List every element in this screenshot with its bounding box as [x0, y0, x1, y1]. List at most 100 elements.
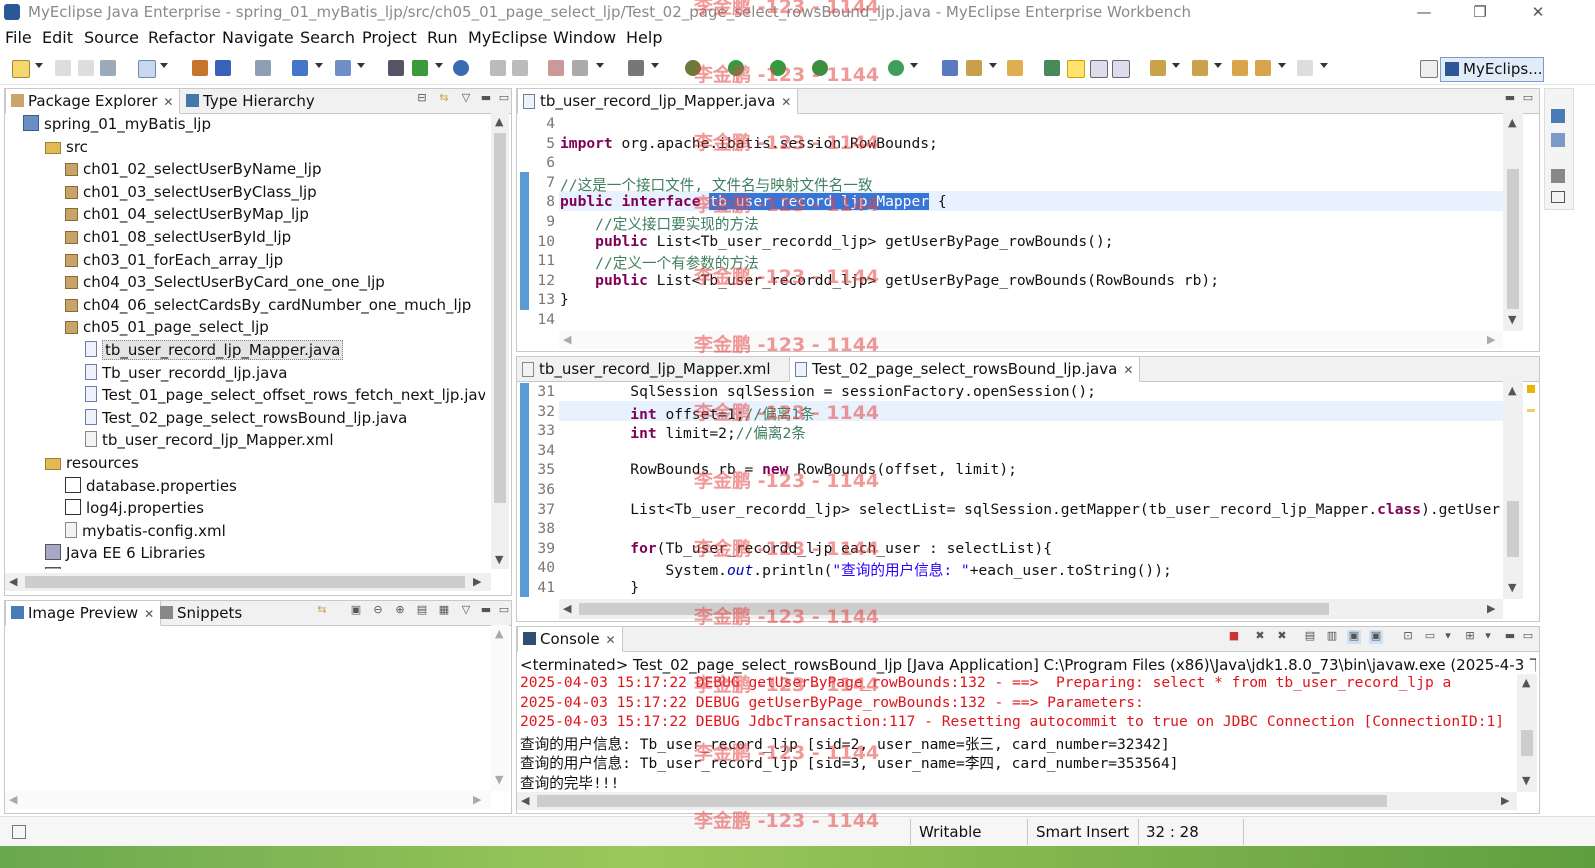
clear-console-icon[interactable]: ▤ — [1303, 630, 1317, 644]
preview-vertical-scrollbar[interactable]: ▲ ▼ — [491, 625, 509, 791]
tree-horizontal-thumb[interactable] — [25, 576, 465, 588]
tab-image-preview[interactable]: Image Preview ✕ — [5, 600, 162, 626]
close-tab-icon[interactable]: ✕ — [163, 95, 173, 109]
overview-marker-icon[interactable] — [1527, 409, 1535, 412]
perspective-button[interactable]: MyEclips... — [1440, 57, 1544, 82]
collapse-all-icon[interactable]: ⊟ — [415, 92, 429, 106]
task-list-icon[interactable] — [1551, 133, 1565, 147]
tree-item[interactable]: Test_01_page_select_offset_rows_fetch_ne… — [85, 384, 485, 406]
pin-icon[interactable] — [1044, 60, 1060, 76]
scroll-up-icon[interactable]: ▲ — [495, 115, 503, 128]
terminate-icon[interactable]: ■ — [1227, 630, 1241, 644]
code-line[interactable]: System.out.println("查询的用户信息: "+each_user… — [560, 559, 1171, 580]
tree-item[interactable]: ch04_06_selectCardsBy_cardNumber_one_muc… — [65, 294, 471, 316]
console-horizontal-scrollbar[interactable]: ◀ ▶ — [517, 792, 1517, 810]
sync-icon[interactable]: ⇆ — [315, 604, 329, 618]
forward-icon[interactable] — [1297, 60, 1313, 76]
pin-console-icon[interactable]: ⊡ — [1401, 630, 1415, 644]
link-with-editor-icon[interactable]: ⇆ — [437, 92, 451, 106]
back-icon[interactable] — [1255, 60, 1271, 76]
display-dropdown-icon[interactable]: ▾ — [1441, 630, 1455, 644]
outline-view-icon[interactable] — [1551, 109, 1565, 123]
database-icon[interactable] — [255, 60, 271, 76]
code-line[interactable]: public List<Tb_user_recordd_ljp> getUser… — [560, 233, 1113, 250]
close-editor-tab-icon[interactable]: ✕ — [781, 95, 791, 109]
console-minimize-icon[interactable]: ▬ — [1503, 630, 1517, 644]
test-horizontal-thumb[interactable] — [579, 603, 1329, 615]
minimize-view-icon[interactable]: ▬ — [479, 92, 493, 106]
menu-search[interactable]: Search — [300, 28, 355, 47]
new-class-dropdown-icon[interactable] — [910, 63, 918, 68]
refresh-icon[interactable] — [512, 60, 528, 76]
menu-myeclipse[interactable]: MyEclipse — [468, 28, 547, 47]
editor-minimize-icon[interactable]: ▬ — [1503, 92, 1517, 106]
run-server-icon[interactable] — [412, 60, 428, 76]
remove-all-launches-icon[interactable]: ✖ — [1275, 630, 1289, 644]
deploy-icon[interactable] — [215, 60, 231, 76]
test-code-area[interactable]: 31 SqlSession sqlSession = sessionFactor… — [517, 381, 1503, 599]
search-dropdown-icon[interactable] — [989, 63, 997, 68]
menu-file[interactable]: File — [5, 28, 32, 47]
scroll-right-icon[interactable]: ▶ — [473, 575, 481, 588]
tree-item[interactable]: Tb_user_recordd_ljp.java — [85, 362, 287, 384]
save-all-icon[interactable] — [78, 60, 94, 76]
code-line[interactable]: int limit=2;//偏离2条 — [560, 422, 806, 443]
tab-package-explorer[interactable]: Package Explorer ✕ — [5, 88, 181, 114]
console-scroll-left-icon[interactable]: ◀ — [521, 794, 529, 807]
mapper-scroll-up-icon[interactable]: ▲ — [1508, 116, 1516, 129]
menu-edit[interactable]: Edit — [42, 28, 73, 47]
menu-refactor[interactable]: Refactor — [148, 28, 215, 47]
editor-maximize-icon[interactable]: ▭ — [1521, 92, 1535, 106]
zoom-in-icon[interactable]: ⊕ — [393, 604, 407, 618]
prev-annotation-icon[interactable] — [1192, 60, 1208, 76]
console-scroll-down-icon[interactable]: ▼ — [1522, 774, 1530, 787]
open-perspective-icon[interactable] — [1420, 60, 1438, 78]
highlight-icon[interactable] — [1067, 60, 1085, 78]
scroll-down-icon[interactable]: ▼ — [495, 553, 503, 566]
tab-mapper-xml[interactable]: tb_user_record_ljp_Mapper.xml — [517, 357, 777, 381]
test-vertical-thumb[interactable] — [1507, 501, 1519, 557]
open-type-dropdown-icon[interactable] — [315, 63, 323, 68]
fit-image-icon[interactable]: ▣ — [349, 604, 363, 618]
tree-item[interactable]: ch04_03_SelectUserByCard_one_one_ljp — [65, 271, 385, 293]
new-icon[interactable] — [12, 60, 30, 78]
tree-item[interactable]: log4j.properties — [65, 497, 204, 519]
tree-item[interactable]: ch01_08_selectUserById_ljp — [65, 226, 291, 248]
code-line[interactable]: } — [560, 579, 639, 596]
preview-scroll-up-icon[interactable]: ▲ — [495, 627, 503, 640]
open-web-icon[interactable] — [335, 60, 351, 76]
screenshot-dropdown-icon[interactable] — [651, 63, 659, 68]
next-annotation-icon[interactable] — [1150, 60, 1166, 76]
view-menu-icon[interactable]: ▽ — [459, 92, 473, 106]
mapper-vertical-thumb[interactable] — [1507, 169, 1519, 309]
console-output[interactable]: 2025-04-03 15:17:22 DEBUG getUserByPage_… — [517, 674, 1513, 792]
build-icon[interactable] — [192, 60, 208, 76]
minimize-button[interactable]: — — [1402, 0, 1446, 26]
tree-item[interactable]: ch01_03_selectUserByClass_ljp — [65, 181, 317, 203]
tree-item[interactable]: ch03_01_forEach_array_ljp — [65, 249, 283, 271]
tree-item[interactable]: spring_01_myBatis_ljp — [23, 113, 211, 135]
save-icon[interactable] — [55, 60, 71, 76]
tree-horizontal-scrollbar[interactable]: ◀ ▶ — [5, 573, 491, 591]
open-console-icon[interactable]: ⊞ — [1463, 630, 1477, 644]
test-scroll-left-icon[interactable]: ◀ — [563, 602, 571, 615]
code-line[interactable]: public List<Tb_user_recordd_ljp> getUser… — [560, 272, 1219, 289]
print-icon[interactable] — [100, 60, 116, 76]
console-scroll-up-icon[interactable]: ▲ — [1522, 676, 1530, 689]
browser-icon[interactable] — [453, 60, 469, 76]
menu-project[interactable]: Project — [362, 28, 417, 47]
run-server-dropdown-icon[interactable] — [435, 63, 443, 68]
tab-mapper-java[interactable]: tb_user_record_ljp_Mapper.java ✕ — [517, 88, 799, 114]
new-dropdown-icon[interactable] — [35, 63, 43, 68]
tree-item[interactable]: ch05_01_page_select_ljp — [65, 316, 269, 338]
status-insert-mode[interactable]: Smart Insert — [1036, 823, 1129, 841]
back-dropdown-icon[interactable] — [1278, 63, 1286, 68]
mapper-scroll-right-icon[interactable]: ▶ — [1487, 333, 1495, 346]
show-stdout-icon[interactable]: ▣ — [1347, 630, 1361, 644]
console-vertical-scrollbar[interactable]: ▲ ▼ — [1517, 674, 1537, 792]
scroll-lock-icon[interactable]: ▥ — [1325, 630, 1339, 644]
refactor-icon[interactable] — [490, 60, 506, 76]
menu-source[interactable]: Source — [84, 28, 139, 47]
open-console-dropdown-icon[interactable]: ▾ — [1481, 630, 1495, 644]
console-horizontal-thumb[interactable] — [537, 795, 1387, 807]
